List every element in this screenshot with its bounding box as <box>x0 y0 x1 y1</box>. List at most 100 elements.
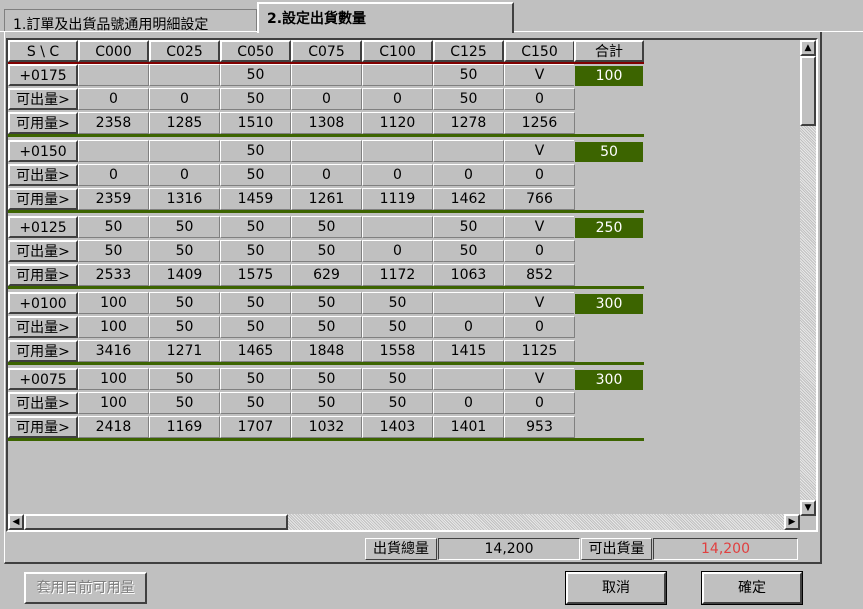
order-quantity-cell[interactable] <box>433 292 504 314</box>
order-quantity-cell[interactable]: V <box>504 216 575 238</box>
usable-row-label: 可用量> <box>8 340 78 362</box>
vertical-scroll-thumb[interactable] <box>800 56 816 126</box>
order-quantity-cell[interactable]: 50 <box>291 368 362 390</box>
available-quantity-cell: 0 <box>504 316 575 338</box>
order-quantity-cell[interactable] <box>433 140 504 162</box>
order-quantity-cell[interactable]: 50 <box>220 140 291 162</box>
available-quantity-cell: 50 <box>149 240 220 262</box>
usable-quantity-cell: 1415 <box>433 340 504 362</box>
usable-quantity-cell: 1465 <box>220 340 291 362</box>
size-row-button[interactable]: +0075 <box>8 368 78 390</box>
available-quantity-cell: 50 <box>220 164 291 186</box>
usable-quantity-cell: 1575 <box>220 264 291 286</box>
usable-row-label: 可用量> <box>8 416 78 438</box>
tab-set-shipment-quantity[interactable]: 2.設定出貨數量 <box>257 2 514 33</box>
usable-quantity-cell: 1401 <box>433 416 504 438</box>
order-quantity-cell[interactable]: 50 <box>220 216 291 238</box>
order-quantity-cell[interactable] <box>362 216 433 238</box>
usable-quantity-cell: 1285 <box>149 112 220 134</box>
available-quantity-cell: 50 <box>149 392 220 414</box>
confirm-button[interactable]: 確定 <box>701 571 803 605</box>
order-quantity-cell[interactable] <box>149 140 220 162</box>
column-header: C150 <box>504 40 575 62</box>
scroll-left-icon[interactable]: ◀ <box>8 514 24 530</box>
order-quantity-cell[interactable]: 50 <box>433 64 504 86</box>
column-header: C025 <box>149 40 220 62</box>
column-header: C125 <box>433 40 504 62</box>
available-quantity-cell: 50 <box>291 240 362 262</box>
usable-quantity-cell: 1172 <box>362 264 433 286</box>
order-quantity-cell[interactable]: 100 <box>78 292 149 314</box>
available-quantity-cell: 0 <box>291 164 362 186</box>
order-quantity-cell[interactable] <box>78 64 149 86</box>
usable-quantity-cell: 1063 <box>433 264 504 286</box>
ship-total-value: 14,200 <box>438 538 580 560</box>
vertical-scrollbar[interactable]: ▲ ▼ <box>800 40 816 516</box>
usable-quantity-cell: 1462 <box>433 188 504 210</box>
available-quantity-cell: 0 <box>362 164 433 186</box>
order-quantity-cell[interactable] <box>362 64 433 86</box>
order-quantity-cell[interactable]: 50 <box>362 292 433 314</box>
order-quantity-cell[interactable] <box>78 140 149 162</box>
order-quantity-cell[interactable]: 50 <box>433 216 504 238</box>
usable-quantity-cell: 1032 <box>291 416 362 438</box>
order-quantity-cell[interactable] <box>149 64 220 86</box>
usable-quantity-cell: 1169 <box>149 416 220 438</box>
cancel-button[interactable]: 取消 <box>565 571 667 605</box>
size-row-button[interactable]: +0175 <box>8 64 78 86</box>
available-quantity-cell: 50 <box>362 316 433 338</box>
size-row-button[interactable]: +0100 <box>8 292 78 314</box>
order-quantity-cell[interactable]: 50 <box>78 216 149 238</box>
usable-row-label: 可用量> <box>8 112 78 134</box>
available-quantity-cell: 0 <box>362 88 433 110</box>
available-quantity-cell: 50 <box>220 240 291 262</box>
usable-quantity-cell: 1271 <box>149 340 220 362</box>
order-quantity-cell[interactable]: 50 <box>149 216 220 238</box>
order-quantity-cell[interactable]: 50 <box>149 292 220 314</box>
row-total: 100 <box>574 65 644 87</box>
quantity-grid: S \ C C000 C025 C050 C075 C100 C125 C150 合計 +0175… <box>6 38 818 532</box>
order-quantity-cell[interactable]: 50 <box>291 216 362 238</box>
order-quantity-cell[interactable]: V <box>504 368 575 390</box>
order-quantity-cell[interactable]: V <box>504 292 575 314</box>
horizontal-scrollbar[interactable]: ◀ ▶ <box>8 514 800 530</box>
scroll-down-icon[interactable]: ▼ <box>800 500 816 516</box>
usable-quantity-cell: 1125 <box>504 340 575 362</box>
available-quantity-cell: 0 <box>149 164 220 186</box>
available-quantity-cell: 0 <box>433 164 504 186</box>
size-row-button[interactable]: +0150 <box>8 140 78 162</box>
order-quantity-cell[interactable]: 50 <box>149 368 220 390</box>
available-row-label: 可出量> <box>8 88 78 110</box>
order-quantity-cell[interactable] <box>291 64 362 86</box>
size-row-button[interactable]: +0125 <box>8 216 78 238</box>
group-separator <box>8 286 644 289</box>
order-quantity-cell[interactable]: 50 <box>220 368 291 390</box>
order-quantity-cell[interactable] <box>362 140 433 162</box>
available-quantity-cell: 50 <box>433 88 504 110</box>
available-quantity-cell: 0 <box>504 240 575 262</box>
horizontal-scroll-thumb[interactable] <box>24 514 288 530</box>
order-quantity-cell[interactable]: 50 <box>220 64 291 86</box>
scroll-right-icon[interactable]: ▶ <box>784 514 800 530</box>
available-quantity-cell: 50 <box>220 392 291 414</box>
apply-usable-button[interactable]: 套用目前可用量 <box>24 572 147 604</box>
scroll-up-icon[interactable]: ▲ <box>800 40 816 56</box>
order-quantity-cell[interactable] <box>291 140 362 162</box>
available-quantity-cell: 0 <box>504 392 575 414</box>
available-quantity-cell: 50 <box>362 392 433 414</box>
order-quantity-cell[interactable] <box>433 368 504 390</box>
order-quantity-cell[interactable]: 50 <box>291 292 362 314</box>
available-quantity-cell: 50 <box>78 240 149 262</box>
column-header: C075 <box>291 40 362 62</box>
available-quantity-cell: 0 <box>504 88 575 110</box>
order-quantity-cell[interactable]: V <box>504 64 575 86</box>
order-quantity-cell[interactable]: V <box>504 140 575 162</box>
tab-bar: 1.訂單及出貨品號通用明細設定 2.設定出貨數量 <box>0 0 863 33</box>
usable-quantity-cell: 1510 <box>220 112 291 134</box>
usable-quantity-cell: 629 <box>291 264 362 286</box>
order-quantity-cell[interactable]: 50 <box>362 368 433 390</box>
order-quantity-cell[interactable]: 50 <box>220 292 291 314</box>
order-quantity-cell[interactable]: 100 <box>78 368 149 390</box>
usable-row-label: 可用量> <box>8 188 78 210</box>
tab-order-details[interactable]: 1.訂單及出貨品號通用明細設定 <box>4 9 257 33</box>
